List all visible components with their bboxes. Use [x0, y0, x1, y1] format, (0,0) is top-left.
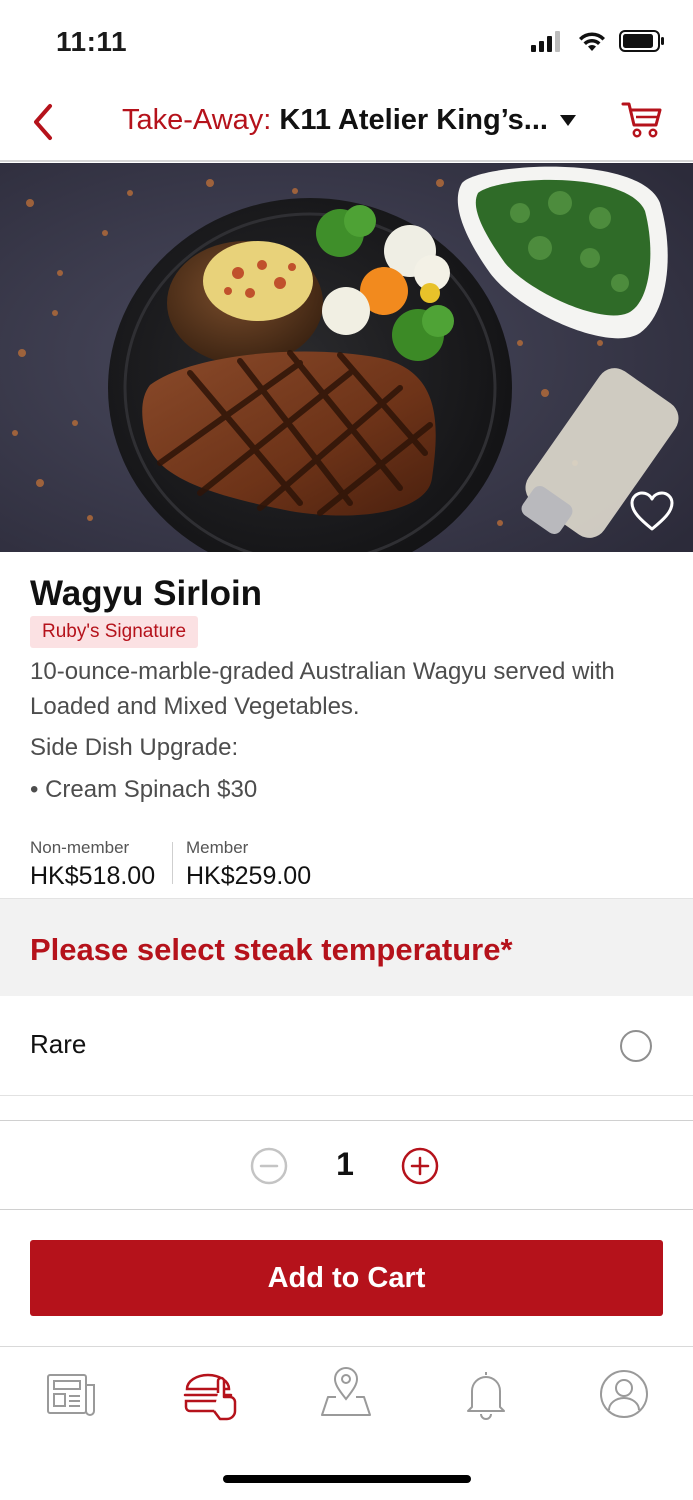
side-dish-upgrade-label: Side Dish Upgrade: — [30, 734, 239, 761]
cellular-signal-icon — [531, 31, 560, 52]
steak-photo — [0, 163, 693, 552]
minus-circle-icon — [250, 1147, 288, 1185]
quantity-value: 1 — [336, 1146, 354, 1182]
store-selector[interactable]: Take-Away: K11 Atelier King’s... — [122, 104, 576, 137]
signature-badge: Ruby's Signature — [30, 616, 199, 648]
temperature-option-label: Rare — [30, 1029, 87, 1059]
cart-button[interactable] — [621, 100, 663, 140]
store-name: K11 Atelier King’s... — [279, 104, 548, 136]
nav-bar: Take-Away: K11 Atelier King’s... — [0, 84, 693, 162]
wifi-icon — [579, 32, 605, 51]
member-price-value: HK$259.00 — [186, 862, 312, 890]
nonmember-price: Non-member HK$518.00 — [30, 838, 155, 891]
product-image — [0, 163, 693, 552]
radio-button[interactable] — [620, 1030, 652, 1062]
tab-notifications[interactable] — [456, 1367, 516, 1421]
cart-icon — [621, 102, 662, 138]
temperature-option-rare[interactable]: Rare — [0, 996, 693, 1096]
tab-locations[interactable] — [316, 1367, 376, 1421]
newspaper-icon — [47, 1374, 95, 1416]
increase-quantity-button[interactable] — [401, 1147, 439, 1185]
member-price: Member HK$259.00 — [186, 838, 311, 891]
product-info: Wagyu Sirloin Ruby's Signature 10-ounce-… — [0, 552, 693, 898]
steak-temperature-title: Please select steak temperature* — [30, 932, 513, 967]
map-pin-icon — [321, 1367, 371, 1416]
status-bar: 11:11 — [0, 0, 693, 84]
caret-down-icon — [559, 114, 576, 126]
home-indicator[interactable] — [223, 1475, 471, 1483]
plus-circle-icon — [401, 1147, 439, 1185]
nonmember-price-value: HK$518.00 — [30, 862, 156, 890]
tab-profile[interactable] — [594, 1367, 654, 1421]
bell-icon — [467, 1372, 505, 1420]
quantity-stepper: 1 — [0, 1120, 693, 1210]
side-dish-upgrade-item: • Cream Spinach $30 — [30, 776, 258, 803]
chevron-left-icon — [34, 104, 52, 140]
add-to-cart-button[interactable]: Add to Cart — [30, 1240, 663, 1316]
heart-outline-icon — [630, 491, 674, 531]
status-time: 11:11 — [56, 26, 128, 57]
product-description: 10-ounce-marble-graded Australian Wagyu … — [30, 658, 615, 720]
tab-order[interactable] — [180, 1367, 240, 1421]
steak-temperature-header: Please select steak temperature* — [0, 898, 693, 996]
burger-hand-icon — [183, 1373, 237, 1421]
nonmember-price-label: Non-member — [30, 838, 130, 857]
favorite-button[interactable] — [629, 490, 675, 532]
battery-icon — [619, 30, 664, 52]
tab-news[interactable] — [40, 1367, 100, 1421]
member-price-label: Member — [186, 838, 249, 857]
decrease-quantity-button[interactable] — [250, 1147, 288, 1185]
back-button[interactable] — [26, 100, 62, 144]
status-icons — [531, 30, 665, 52]
price-divider — [172, 842, 173, 884]
order-type-label: Take-Away: — [122, 104, 272, 136]
product-name: Wagyu Sirloin — [30, 574, 263, 613]
profile-icon — [600, 1370, 648, 1418]
